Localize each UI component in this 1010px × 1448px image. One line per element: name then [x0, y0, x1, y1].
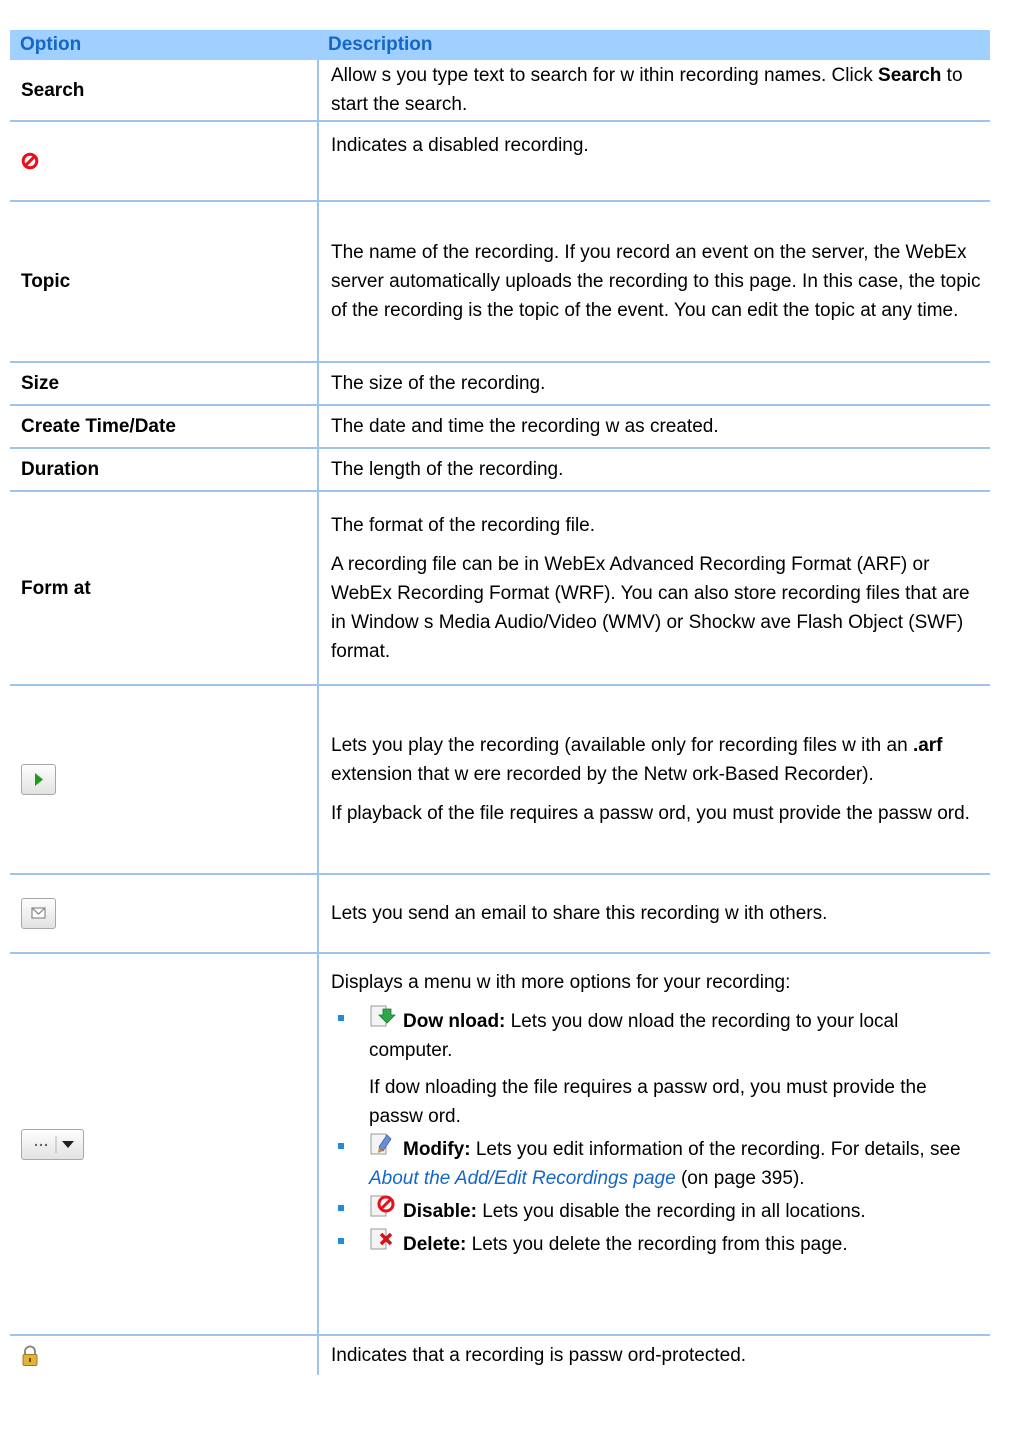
list-item-delete: Delete: Lets you delete the recording fr… [331, 1226, 984, 1259]
description-cell: The size of the recording. [318, 362, 990, 405]
option-label-create-time: Create Time/Date [21, 416, 176, 437]
table-header-row: Option Description [10, 30, 990, 60]
description-cell: The format of the recording file. A reco… [318, 491, 990, 685]
description-cell: Indicates a disabled recording. [318, 121, 990, 201]
option-cell [10, 685, 319, 874]
duration-desc: The length of the recording. [331, 459, 564, 480]
email-button-icon[interactable] [21, 898, 56, 929]
option-label-size: Size [21, 373, 60, 394]
list-item-disable: Disable: Lets you disable the recording … [331, 1193, 984, 1226]
description-cell: Lets you send an email to share this rec… [318, 874, 990, 953]
download-sub: If dow nloading the file requires a pass… [369, 1077, 927, 1127]
modify-link[interactable]: About the Add/Edit Recordings page [369, 1168, 676, 1189]
description-cell: Displays a menu w ith more options for y… [318, 953, 990, 1335]
description-cell: The name of the recording. If you record… [318, 201, 990, 362]
email-desc: Lets you send an email to share this rec… [331, 903, 828, 924]
bullet [338, 1015, 344, 1021]
table-row-more-options: Displays a menu w ith more options for y… [10, 953, 990, 1335]
option-cell [10, 1335, 319, 1375]
disable-icon [370, 1195, 395, 1217]
option-cell [10, 121, 319, 201]
modify-desc: Lets you edit information of the recordi… [475, 1139, 961, 1160]
document-page: Option Description Search Allow s you ty… [0, 0, 1010, 1448]
option-cell: Search [10, 60, 319, 121]
table-row-topic: Topic The name of the recording. If you … [10, 201, 990, 362]
delete-label: Delete: [403, 1234, 467, 1255]
disable-desc: Lets you disable the recording in all lo… [482, 1201, 866, 1222]
table-row-play: Lets you play the recording (available o… [10, 685, 990, 874]
play-button-icon[interactable] [21, 764, 56, 795]
more-options-button-icon[interactable] [21, 1128, 84, 1160]
download-label: Dow nload: [403, 1011, 506, 1032]
table-row-search: Search Allow s you type text to search f… [10, 60, 990, 121]
search-desc-text: Allow s you type text to search for w it… [331, 65, 873, 86]
lock-icon [22, 1345, 38, 1366]
option-column-header: Option [10, 30, 318, 60]
modify-label: Modify: [403, 1139, 471, 1160]
bullet [338, 1143, 344, 1149]
description-cell: The length of the recording. [318, 448, 990, 491]
download-icon [370, 1005, 396, 1027]
format-desc-2: A recording file can be in WebEx Advance… [331, 553, 970, 662]
option-cell [10, 874, 319, 953]
option-label-search: Search [21, 79, 85, 101]
description-cell: Lets you play the recording (available o… [318, 685, 990, 874]
play-desc-text-end: extension that w ere recorded by the Net… [331, 764, 874, 785]
table-row-create-time: Create Time/Date The date and time the r… [10, 405, 990, 448]
description-cell: The date and time the recording w as cre… [318, 405, 990, 448]
table-row-disabled-icon: Indicates a disabled recording. [10, 121, 990, 201]
more-options-list: Dow nload: Lets you dow nload the record… [331, 1003, 984, 1259]
play-desc-1: Lets you play the recording (available o… [331, 731, 984, 789]
option-cell: Size [10, 362, 319, 405]
bullet [338, 1238, 344, 1244]
list-item-modify: Modify: Lets you edit information of the… [331, 1131, 984, 1193]
list-item-download: Dow nload: Lets you dow nload the record… [331, 1003, 984, 1131]
table-row-duration: Duration The length of the recording. [10, 448, 990, 491]
lock-desc: Indicates that a recording is passw ord-… [331, 1345, 747, 1366]
play-desc-ext: .arf [912, 735, 943, 756]
options-table: Option Description Search Allow s you ty… [10, 30, 990, 1375]
play-desc-2: If playback of the file requires a passw… [331, 803, 970, 824]
option-label-duration: Duration [21, 459, 100, 480]
description-column-header: Description [318, 30, 990, 60]
modify-icon [370, 1133, 392, 1155]
disable-label: Disable: [403, 1201, 477, 1222]
description-cell: Indicates that a recording is passw ord-… [318, 1335, 990, 1375]
disabled-desc: Indicates a disabled recording. [331, 135, 589, 156]
option-cell: Duration [10, 448, 319, 491]
play-desc-text: Lets you play the recording (available o… [331, 735, 908, 756]
option-cell: Create Time/Date [10, 405, 319, 448]
size-desc: The size of the recording. [331, 373, 546, 394]
disabled-icon [21, 153, 39, 170]
bullet [338, 1205, 344, 1211]
delete-desc: Lets you delete the recording from this … [471, 1234, 848, 1255]
table-row-lock: Indicates that a recording is passw ord-… [10, 1335, 990, 1375]
format-desc-1: The format of the recording file. [331, 514, 596, 536]
table-row-size: Size The size of the recording. [10, 362, 990, 405]
more-intro: Displays a menu w ith more options for y… [331, 972, 791, 993]
description-cell: Allow s you type text to search for w it… [318, 60, 990, 121]
option-cell: Topic [10, 201, 319, 362]
delete-icon [370, 1228, 393, 1250]
option-cell: Form at [10, 491, 319, 685]
search-desc-keyword: Search [878, 65, 942, 86]
modify-after: (on page 395). [680, 1168, 805, 1189]
table-row-format: Form at The format of the recording file… [10, 491, 990, 685]
table-row-email: Lets you send an email to share this rec… [10, 874, 990, 953]
option-cell [10, 953, 319, 1335]
create-time-desc: The date and time the recording w as cre… [331, 416, 719, 437]
option-label-topic: Topic [21, 271, 71, 292]
topic-desc: The name of the recording. If you record… [331, 242, 981, 321]
option-label-format: Form at [21, 577, 91, 599]
